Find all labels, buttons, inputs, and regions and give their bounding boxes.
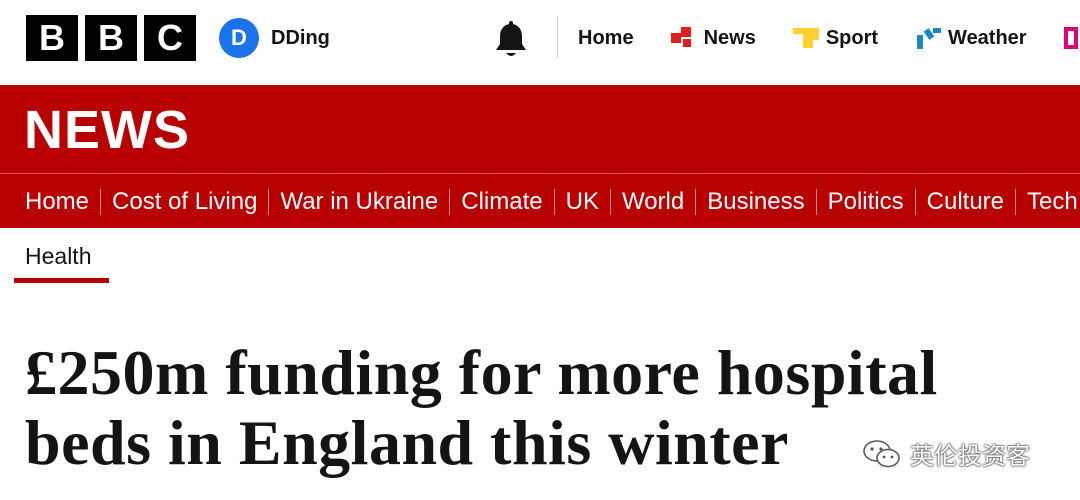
global-nav-sport[interactable]: Sport — [792, 25, 879, 51]
bbc-logo[interactable]: B B C — [26, 15, 196, 61]
global-nav-weather-label: Weather — [948, 26, 1027, 49]
section-nav-politics[interactable]: Politics — [815, 188, 915, 215]
watermark-text: 英伦投资客 — [910, 442, 1030, 470]
logo-block-b1: B — [26, 15, 78, 61]
section-nav-world[interactable]: World — [609, 188, 695, 215]
news-banner: NEWS — [0, 85, 1080, 173]
global-nav-news[interactable]: News — [670, 25, 756, 51]
header-divider — [557, 16, 558, 58]
section-nav-list: Home Cost of Living War in Ukraine Clima… — [25, 174, 1080, 228]
headline-line-1: £250m funding for more hospital — [25, 337, 938, 408]
section-nav-cost-of-living[interactable]: Cost of Living — [100, 188, 268, 215]
account-name: DDing — [271, 26, 330, 49]
global-header: B B C D DDing Home News Sport Weather — [0, 0, 1080, 85]
global-nav-weather[interactable]: Weather — [915, 25, 1027, 51]
logo-block-c: C — [144, 15, 196, 61]
section-nav: Home Cost of Living War in Ukraine Clima… — [0, 173, 1080, 228]
global-nav-home-label: Home — [578, 26, 634, 49]
weather-icon — [917, 28, 942, 49]
subsection-nav-health[interactable]: Health — [25, 243, 91, 270]
global-nav-home[interactable]: Home — [578, 27, 634, 50]
global-nav: Home News Sport Weather — [578, 24, 1080, 52]
global-nav-sport-label: Sport — [825, 26, 879, 49]
section-nav-war-in-ukraine[interactable]: War in Ukraine — [268, 188, 449, 215]
section-nav-climate[interactable]: Climate — [449, 188, 553, 215]
headline-line-2: beds in England this winter — [25, 407, 789, 478]
logo-block-b2: B — [85, 15, 137, 61]
watermark: 英伦投资客 — [862, 436, 1030, 471]
section-nav-culture[interactable]: Culture — [914, 188, 1015, 215]
section-nav-tech[interactable]: Tech — [1015, 188, 1080, 215]
notification-bell-icon[interactable] — [493, 20, 529, 60]
news-home-link[interactable]: NEWS — [24, 99, 190, 161]
section-nav-uk[interactable]: UK — [553, 188, 610, 215]
account-link[interactable]: D DDing — [219, 18, 330, 58]
avatar: D — [219, 18, 259, 58]
global-nav-news-label: News — [703, 26, 756, 49]
subsection-nav: Health — [0, 228, 1080, 288]
section-nav-home[interactable]: Home — [25, 188, 100, 215]
wechat-icon — [863, 439, 900, 467]
active-tab-indicator — [14, 278, 109, 283]
section-nav-business[interactable]: Business — [695, 188, 815, 215]
news-icon — [670, 27, 691, 47]
more-nav-icon[interactable] — [1063, 25, 1080, 51]
sport-icon — [792, 28, 819, 48]
